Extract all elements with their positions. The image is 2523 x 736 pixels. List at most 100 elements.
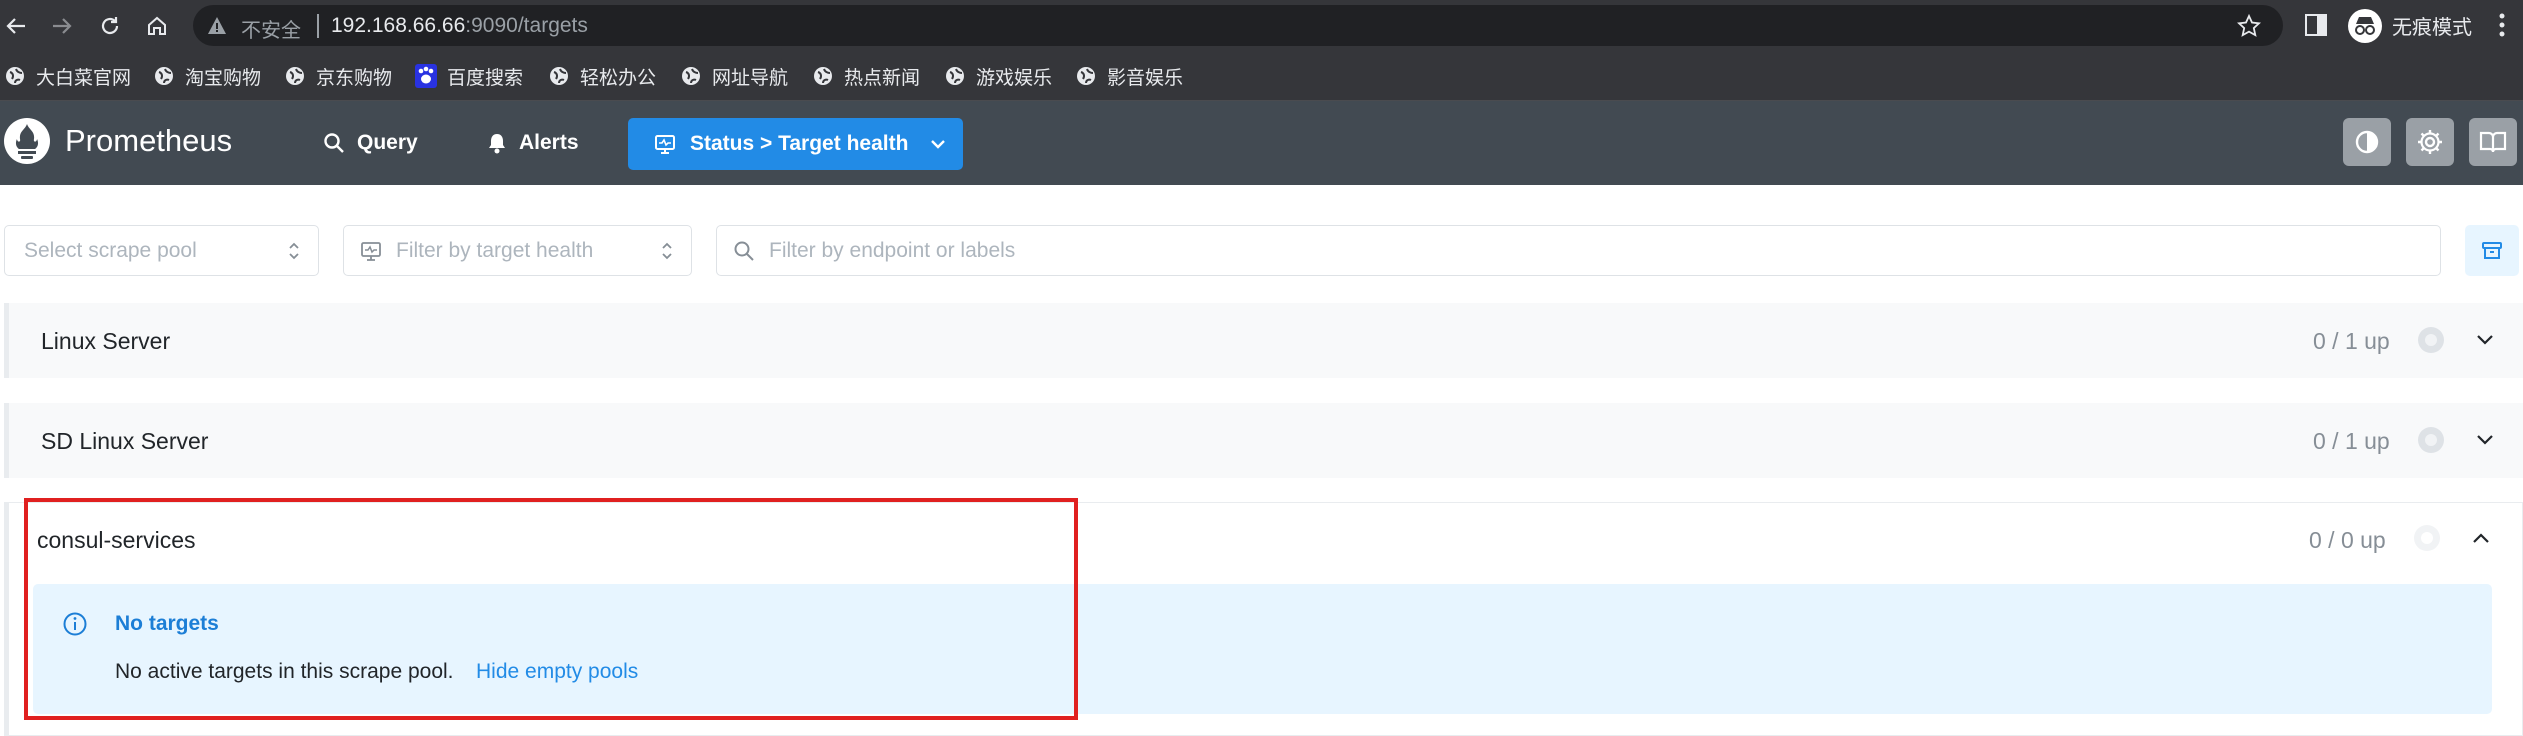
selector-icon: [289, 242, 299, 260]
chevron-down-icon[interactable]: [2476, 334, 2494, 346]
prometheus-logo-icon: [4, 118, 50, 164]
book-icon: [2479, 131, 2507, 153]
globe-icon: [682, 67, 700, 85]
pool-up-count: 0 / 0 up: [2309, 527, 2386, 553]
endpoint-search-placeholder: Filter by endpoint or labels: [769, 239, 1016, 262]
incognito-indicator[interactable]: 无痕模式: [2348, 5, 2472, 46]
scrape-pool-select[interactable]: Select scrape pool: [4, 225, 319, 276]
back-arrow-icon: [6, 18, 25, 34]
nav-alerts[interactable]: Alerts: [487, 118, 579, 168]
url-separator: [317, 14, 319, 38]
bookmark-label: 百度搜索: [447, 67, 524, 89]
bookmark-label: 热点新闻: [844, 67, 921, 89]
archive-icon: [2482, 241, 2502, 259]
bookmark-label: 轻松办公: [580, 67, 657, 89]
health-ring-icon: [2418, 427, 2444, 453]
insecure-label: 不安全: [241, 20, 301, 42]
nav-query[interactable]: Query: [323, 118, 418, 168]
side-panel-icon[interactable]: [2303, 12, 2329, 38]
url-text: 192.168.66.66:9090/targets: [331, 14, 588, 38]
incognito-icon: [2348, 8, 2382, 43]
url-host: 192.168.66.66: [331, 14, 466, 37]
home-button[interactable]: [141, 10, 173, 42]
warning-icon: [208, 17, 226, 34]
bookmark-item[interactable]: 淘宝购物: [153, 61, 261, 91]
gear-icon: [2418, 130, 2442, 154]
pool-name: SD Linux Server: [41, 428, 209, 454]
globe-icon: [946, 67, 964, 85]
chevron-up-icon[interactable]: [2472, 532, 2490, 544]
bookmark-item[interactable]: 轻松办公: [548, 61, 656, 91]
target-health-placeholder: Filter by target health: [396, 239, 594, 262]
theme-toggle-button[interactable]: [2343, 118, 2391, 166]
bookmark-item[interactable]: 百度搜索: [415, 61, 523, 91]
selector-icon: [662, 242, 672, 260]
chevron-down-icon: [931, 140, 946, 149]
globe-icon: [550, 67, 568, 85]
documentation-button[interactable]: [2469, 118, 2517, 166]
nav-status-dropdown[interactable]: Status > Target health: [628, 118, 963, 170]
pool-up-count: 0 / 1 up: [2313, 328, 2390, 354]
settings-button[interactable]: [2406, 118, 2454, 166]
globe-icon: [814, 67, 832, 85]
baidu-paw-icon: [415, 64, 437, 88]
pool-name: Linux Server: [41, 328, 171, 354]
target-health-filter[interactable]: Filter by target health: [343, 225, 692, 276]
forward-button[interactable]: [46, 10, 78, 42]
nav-alerts-label: Alerts: [519, 131, 579, 154]
globe-icon: [286, 67, 304, 85]
back-button[interactable]: [0, 10, 32, 42]
pool-name[interactable]: consul-services: [37, 527, 196, 554]
bookmark-label: 淘宝购物: [185, 67, 262, 89]
bookmark-label: 游戏娱乐: [976, 67, 1053, 89]
bookmark-item[interactable]: 大白菜官网: [4, 61, 131, 91]
scrape-pool-linux-server[interactable]: Linux Server 0 / 1 up: [4, 303, 2523, 378]
bookmark-label: 京东购物: [316, 67, 393, 89]
bookmark-item[interactable]: 网址导航: [680, 61, 788, 91]
bookmark-label: 网址导航: [712, 67, 789, 89]
app-header: Prometheus Query Alerts Status > Target …: [0, 101, 2523, 185]
bookmark-item[interactable]: 热点新闻: [812, 61, 920, 91]
forward-arrow-icon: [53, 18, 72, 34]
hide-empty-pools-link[interactable]: Hide empty pools: [476, 660, 638, 684]
pool-up-count: 0 / 1 up: [2313, 428, 2390, 454]
bookmark-item[interactable]: 游戏娱乐: [944, 61, 1052, 91]
home-icon: [148, 16, 166, 35]
incognito-label: 无痕模式: [2392, 17, 2472, 39]
reload-button[interactable]: [94, 10, 126, 42]
globe-icon: [155, 67, 173, 85]
bookmark-item[interactable]: 影音娱乐: [1075, 61, 1183, 91]
bookmark-label: 影音娱乐: [1107, 67, 1184, 89]
monitor-heart-icon: [361, 242, 381, 261]
alert-message: No active targets in this scrape pool.: [115, 660, 454, 683]
nav-status-label: Status > Target health: [690, 132, 909, 155]
brand-name: Prometheus: [65, 123, 233, 158]
bookmarks-bar: 大白菜官网 淘宝购物 京东购物 百度搜索 轻松办公 网址导航 热点新闻 游戏娱乐…: [0, 52, 2523, 101]
reload-icon: [101, 17, 119, 35]
globe-icon: [6, 67, 24, 85]
contrast-icon: [2355, 130, 2379, 154]
bell-icon: [489, 134, 505, 154]
no-targets-alert: No targets No active targets in this scr…: [33, 584, 2492, 714]
bookmark-item[interactable]: 京东购物: [284, 61, 392, 91]
health-ring-icon: [2414, 525, 2440, 551]
chevron-down-icon[interactable]: [2476, 434, 2494, 446]
globe-icon: [1077, 67, 1095, 85]
brand-home-link[interactable]: Prometheus: [4, 118, 232, 164]
url-path: :9090/targets: [465, 14, 588, 37]
nav-query-label: Query: [357, 131, 418, 154]
address-bar[interactable]: 不安全 192.168.66.66:9090/targets: [193, 5, 2283, 46]
health-ring-icon: [2418, 327, 2444, 353]
alert-title: No targets: [115, 612, 219, 635]
more-menu-icon[interactable]: [2498, 12, 2506, 38]
info-circle-icon: [63, 612, 87, 636]
scrape-pool-sd-linux-server[interactable]: SD Linux Server 0 / 1 up: [4, 403, 2523, 478]
scrape-pool-placeholder: Select scrape pool: [24, 239, 197, 262]
endpoint-search-input[interactable]: Filter by endpoint or labels: [716, 225, 2441, 276]
browser-toolbar: 不安全 192.168.66.66:9090/targets 无痕模式: [0, 0, 2523, 52]
bookmark-star-icon[interactable]: [2237, 14, 2261, 38]
search-icon: [734, 241, 754, 261]
monitor-heart-icon: [655, 135, 675, 154]
collapse-all-button[interactable]: [2465, 225, 2519, 276]
search-icon: [324, 133, 344, 153]
